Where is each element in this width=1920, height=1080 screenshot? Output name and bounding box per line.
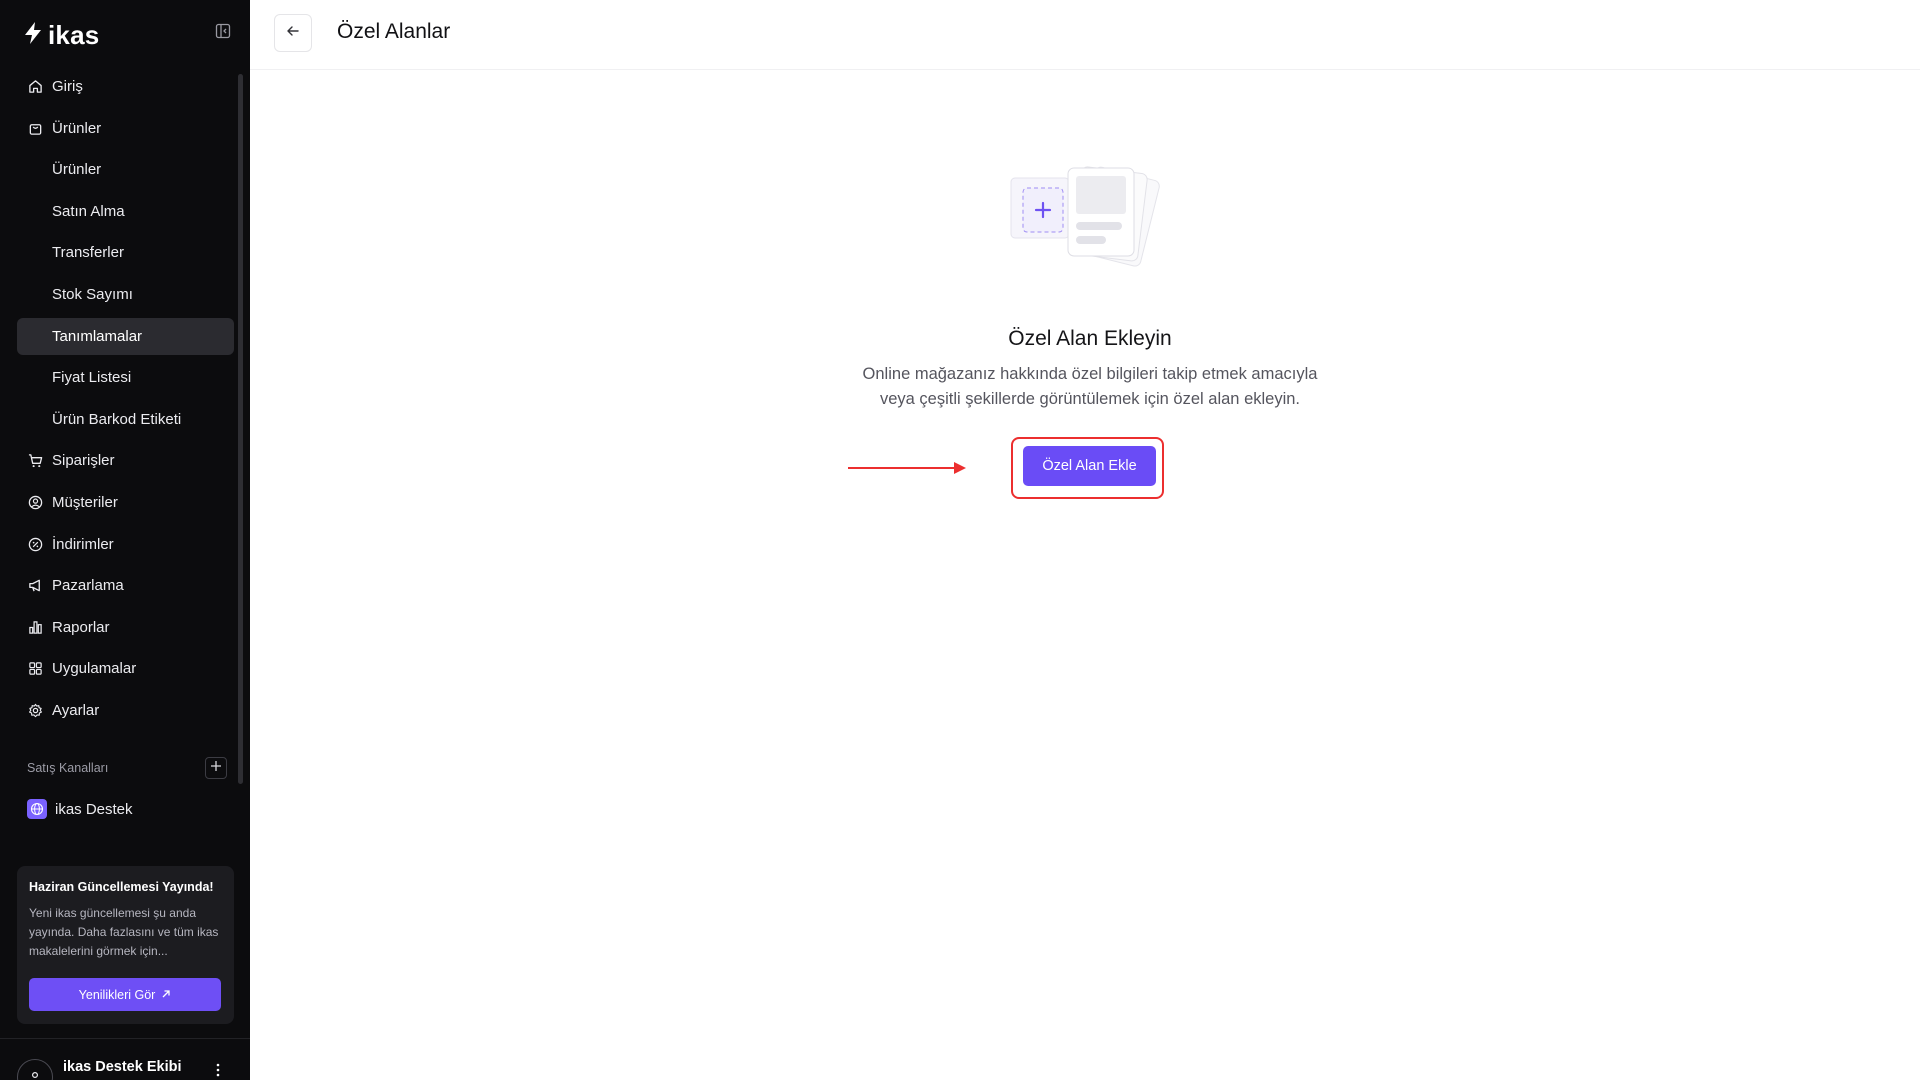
home-icon <box>27 79 43 95</box>
sidebar-item-label: Müşteriler <box>52 493 118 511</box>
back-button[interactable] <box>274 14 312 52</box>
sidebar-nav: Giriş Ürünler Ürünler Satın Alma Transfe… <box>17 68 234 734</box>
sidebar-item-label: Fiyat Listesi <box>52 369 132 387</box>
add-custom-field-button[interactable]: Özel Alan Ekle <box>1023 446 1156 486</box>
sidebar-item-raporlar[interactable]: Raporlar <box>17 609 234 646</box>
sidebar-item-label: Ürünler <box>52 119 102 137</box>
user-circle-icon <box>27 494 43 510</box>
empty-state-illustration-icon <box>1010 160 1170 275</box>
see-updates-label: Yenilikleri Gör <box>78 987 156 1002</box>
sidebar-subitem-tanimlamalar[interactable]: Tanımlamalar <box>17 317 234 355</box>
discount-icon <box>27 536 43 552</box>
sidebar-item-label: Giriş <box>52 78 83 95</box>
sidebar-item-ayarlar[interactable]: Ayarlar <box>17 692 234 729</box>
sidebar-collapse-icon <box>215 23 231 44</box>
user-more-button[interactable] <box>210 1062 226 1080</box>
add-custom-field-label: Özel Alan Ekle <box>1042 458 1137 474</box>
sidebar-item-label: Transferler <box>52 244 124 262</box>
sidebar-item-label: İndirimler <box>52 535 114 553</box>
sidebar-item-label: Tanımlamalar <box>52 327 143 345</box>
empty-state-description: Online mağazanız hakkında özel bilgileri… <box>820 362 1360 412</box>
sidebar-item-pazarlama[interactable]: Pazarlama <box>17 567 234 604</box>
sidebar-item-urunler[interactable]: Ürünler <box>17 110 234 147</box>
sidebar-subitem-stok-sayimi[interactable]: Stok Sayımı <box>17 276 234 313</box>
sidebar-item-label: Ayarlar <box>52 701 100 719</box>
plus-icon <box>210 760 222 776</box>
sidebar-item-label: Raporlar <box>52 618 110 636</box>
user-name: ikas Destek Ekibi <box>63 1059 182 1075</box>
collapse-sidebar-button[interactable] <box>213 23 233 43</box>
sidebar-item-label: Stok Sayımı <box>52 285 133 303</box>
megaphone-icon <box>27 578 43 594</box>
sidebar-subitem-urun-barkod-etiketi[interactable]: Ürün Barkod Etiketi <box>17 401 234 438</box>
arrow-right-icon <box>848 458 968 478</box>
promo-text: Yeni ikas güncellemesi şu anda yayında. … <box>29 906 219 958</box>
channel-item-label: ikas Destek <box>55 800 133 818</box>
user-menu[interactable]: ikas Destek Ekibi <box>17 1052 234 1080</box>
globe-icon <box>27 799 47 819</box>
update-promo-card: Haziran Güncellemesi Yayında! Yeni ikas … <box>17 866 234 1024</box>
sales-channels-header: Satış Kanalları <box>27 756 227 780</box>
bar-chart-icon <box>27 619 43 635</box>
sidebar-item-label: Satın Alma <box>52 202 125 220</box>
grid-icon <box>27 661 43 677</box>
sidebar-item-label: Ürünler <box>52 161 102 179</box>
empty-state-description-line2: veya çeşitli şekillerde görüntülemek içi… <box>879 390 1301 408</box>
sales-channels-label: Satış Kanalları <box>27 761 109 775</box>
external-link-icon <box>161 988 171 1002</box>
sidebar-scrollbar[interactable] <box>238 74 243 784</box>
sidebar-subitem-fiyat-listesi[interactable]: Fiyat Listesi <box>17 359 234 396</box>
sidebar-subitem-transferler[interactable]: Transferler <box>17 234 234 271</box>
empty-state-description-line1: Online mağazanız hakkında özel bilgileri… <box>862 365 1318 383</box>
sidebar-item-uygulamalar[interactable]: Uygulamalar <box>17 650 234 687</box>
page-title: Özel Alanlar <box>337 20 451 43</box>
cart-icon <box>27 453 43 469</box>
sidebar-item-siparisler[interactable]: Siparişler <box>17 442 234 479</box>
more-vertical-icon <box>216 1062 220 1080</box>
empty-state-title: Özel Alan Ekleyin <box>1008 327 1172 350</box>
arrow-left-icon <box>285 23 301 44</box>
promo-title: Haziran Güncellemesi Yayında! <box>29 880 214 894</box>
logo[interactable]: ikas <box>22 20 99 51</box>
channel-item-ikas-destek[interactable]: ikas Destek <box>27 797 133 821</box>
sidebar-item-musteriler[interactable]: Müşteriler <box>17 484 234 521</box>
sidebar-divider <box>0 1038 250 1039</box>
gear-icon <box>27 702 43 718</box>
sidebar: ikas Giriş Ürünler Ürünler Satın Alma Tr… <box>0 0 250 1080</box>
sidebar-item-label: Siparişler <box>52 452 115 470</box>
sidebar-item-label: Ürün Barkod Etiketi <box>52 410 182 428</box>
sidebar-subitem-satin-alma[interactable]: Satın Alma <box>17 193 234 230</box>
see-updates-button[interactable]: Yenilikleri Gör <box>29 978 221 1011</box>
avatar <box>17 1059 53 1080</box>
sidebar-item-label: Uygulamalar <box>52 660 137 678</box>
sidebar-item-label: Pazarlama <box>52 577 124 595</box>
bag-icon <box>27 120 43 136</box>
sidebar-item-giris[interactable]: Giriş <box>17 68 234 105</box>
add-channel-button[interactable] <box>205 757 227 779</box>
logo-text: ikas <box>48 20 100 50</box>
sidebar-item-indirimler[interactable]: İndirimler <box>17 526 234 563</box>
page-header: Özel Alanlar <box>250 0 1920 70</box>
bolt-icon <box>22 21 44 50</box>
sidebar-subitem-urunler[interactable]: Ürünler <box>17 151 234 188</box>
